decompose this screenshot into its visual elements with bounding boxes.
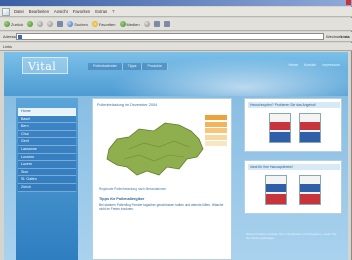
- site-logo[interactable]: Vital: [28, 60, 56, 73]
- utility-navigation: Home Kontakt Impressum: [288, 63, 340, 67]
- back-label: Zurück: [11, 21, 24, 27]
- back-arrow-icon: [4, 21, 10, 27]
- main-panel: Pollenbelastung im Dezember 2004 Regiona…: [92, 98, 232, 260]
- print-icon[interactable]: [163, 21, 170, 27]
- right-column: Heuschnupfen? Probieren Sie das Angebot!…: [244, 98, 342, 260]
- media-icon: [119, 21, 126, 27]
- favorites-button[interactable]: Favoriten: [91, 21, 116, 27]
- product-pack-icon[interactable]: [299, 175, 321, 205]
- menu-item-extras[interactable]: Extras: [95, 9, 107, 14]
- topnav-item[interactable]: Tipps: [122, 63, 143, 70]
- legend-swatch: [205, 128, 227, 133]
- legend-swatch: [205, 141, 227, 146]
- promo-box-2[interactable]: Ideal für Ihre Hausapotheke!: [244, 160, 342, 214]
- product-pack-icon[interactable]: [299, 113, 321, 143]
- search-icon: [67, 21, 74, 27]
- product-pack-icon[interactable]: [265, 175, 287, 205]
- topnav-item[interactable]: Pollenkalender: [88, 63, 123, 70]
- map-legend: [205, 115, 227, 148]
- favorites-label: Favoriten: [98, 21, 116, 27]
- mail-icon[interactable]: [153, 21, 160, 27]
- menu-item-view[interactable]: Ansicht: [54, 9, 68, 14]
- menu-item-favorites[interactable]: Favoriten: [73, 9, 90, 14]
- menu-item-help[interactable]: ?: [112, 9, 114, 14]
- main-title: Pollenbelastung im Dezember 2004: [97, 103, 158, 107]
- sidebar-item[interactable]: Locarno: [18, 153, 76, 162]
- sidebar-item[interactable]: Chur: [18, 130, 76, 139]
- sidebar-item[interactable]: Zürich: [18, 183, 76, 192]
- legend-swatch: [205, 134, 227, 140]
- legend-swatch: [205, 121, 227, 127]
- topnav-item[interactable]: Produkte: [142, 63, 168, 70]
- promo-title: Ideal für Ihre Hausapotheke!: [248, 164, 340, 170]
- tips-text: Bei starkem Pollenflug Fenster tagsüber …: [99, 203, 224, 212]
- promo-title: Heuschnupfen? Probieren Sie das Angebot!: [248, 102, 340, 108]
- close-icon[interactable]: [346, 0, 351, 5]
- browser-window: Datei Bearbeiten Ansicht Favoriten Extra…: [0, 0, 352, 260]
- star-icon: [91, 21, 98, 27]
- utility-link[interactable]: Home: [288, 63, 298, 67]
- sidebar: Home Basel Bern Chur Genf Lausanne Locar…: [16, 98, 78, 260]
- sidebar-item[interactable]: Sion: [18, 168, 76, 177]
- media-button[interactable]: Medien: [119, 21, 140, 27]
- menu-bar: Datei Bearbeiten Ansicht Favoriten Extra…: [0, 7, 352, 17]
- toolbar: Zurück Suchen Favoriten Medien: [0, 18, 352, 31]
- address-bar: Adresse Wechseln zu Links: [0, 32, 352, 42]
- sidebar-item[interactable]: Home: [18, 108, 76, 116]
- utility-link[interactable]: Impressum: [322, 63, 340, 67]
- search-button[interactable]: Suchen: [67, 21, 88, 27]
- right-note: Diese Produkte erhalten Sie in Apotheken…: [246, 232, 337, 240]
- sidebar-item[interactable]: Lausanne: [18, 145, 76, 154]
- sidebar-item[interactable]: St. Gallen: [18, 176, 76, 184]
- history-icon[interactable]: [143, 21, 150, 27]
- forward-arrow-icon[interactable]: [27, 21, 34, 27]
- sidebar-item[interactable]: Bern: [18, 123, 76, 131]
- menu-item-edit[interactable]: Bearbeiten: [29, 9, 49, 14]
- home-icon[interactable]: [57, 21, 64, 27]
- browser-logo-icon: [2, 8, 10, 16]
- web-page: Vital Pollenkalender Tipps Produkte Home…: [4, 52, 348, 260]
- title-bar: [0, 0, 352, 6]
- menu-item-file[interactable]: Datei: [14, 9, 24, 14]
- site-header: Vital Pollenkalender Tipps Produkte Home…: [4, 52, 348, 96]
- product-pack-icon[interactable]: [269, 113, 291, 143]
- media-label: Medien: [126, 21, 140, 27]
- back-button[interactable]: Zurück: [4, 21, 23, 27]
- sidebar-item[interactable]: Luzern: [18, 161, 76, 169]
- stop-icon[interactable]: [37, 21, 44, 27]
- refresh-icon[interactable]: [47, 21, 54, 27]
- links-button[interactable]: Links: [341, 34, 350, 39]
- sky-banner: [88, 52, 348, 96]
- top-navigation: Pollenkalender Tipps Produkte: [88, 63, 168, 70]
- links-bar[interactable]: Links: [0, 43, 352, 51]
- map-region: [106, 122, 204, 176]
- search-label: Suchen: [74, 21, 88, 27]
- sidebar-item[interactable]: Genf: [18, 138, 76, 146]
- tips-heading: Tipps für Pollenallergiker: [99, 197, 145, 201]
- address-input[interactable]: [16, 33, 324, 40]
- promo-box-1[interactable]: Heuschnupfen? Probieren Sie das Angebot!: [244, 98, 342, 152]
- map-caption: Regionale Pollenbelastung nach Messstati…: [99, 187, 167, 191]
- sidebar-item[interactable]: Basel: [18, 115, 76, 124]
- utility-link[interactable]: Kontakt: [304, 63, 316, 67]
- legend-swatch: [205, 115, 227, 120]
